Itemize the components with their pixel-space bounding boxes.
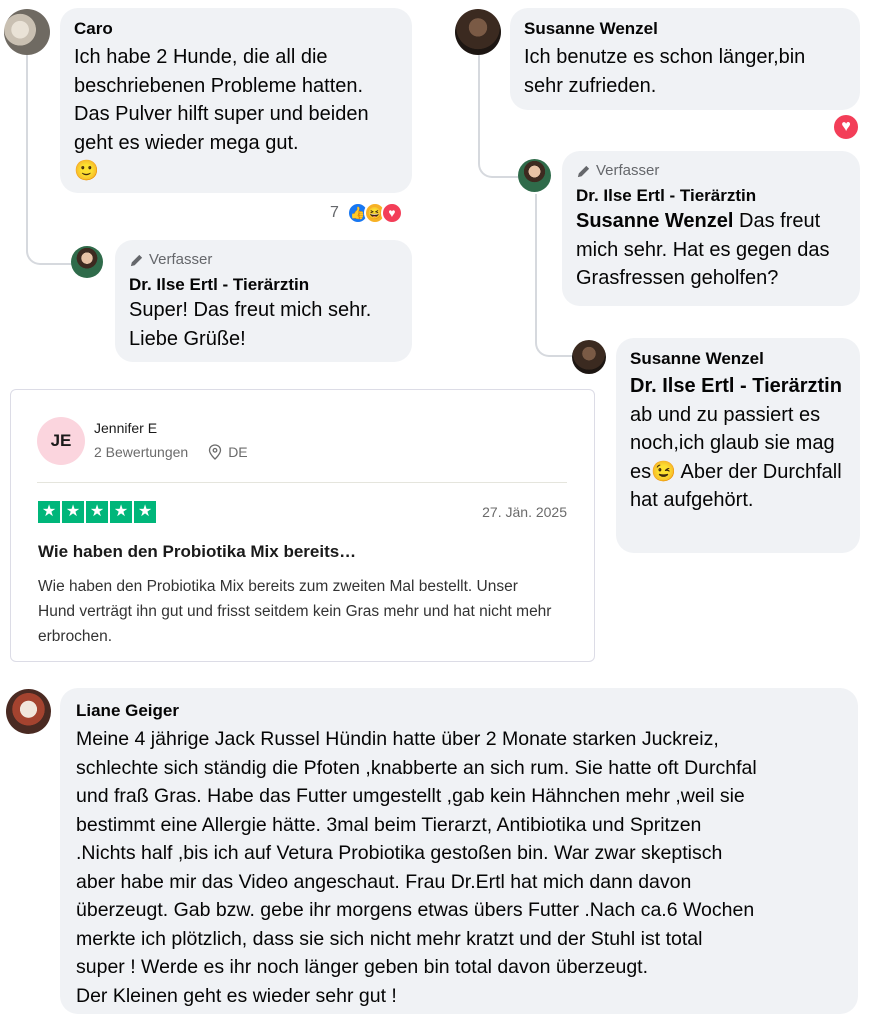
comment-text: Dr. Ilse Ertl - Tierärztin ab und zu pas… [630, 375, 842, 511]
comment-text: Susanne Wenzel Das freut mich sehr. Hat … [576, 210, 830, 289]
reviewer-meta: 2 Bewertungen DE [94, 444, 248, 460]
commenter-name[interactable]: Susanne Wenzel [524, 18, 846, 40]
avatar[interactable] [572, 340, 606, 374]
avatar[interactable] [6, 689, 51, 734]
review-date: 27. Jän. 2025 [482, 504, 567, 520]
comment-bubble-liane: Liane Geiger Meine 4 jährige Jack Russel… [60, 688, 858, 1014]
commenter-name[interactable]: Susanne Wenzel [630, 348, 846, 370]
star-icon: ★ [134, 501, 156, 523]
review-body: Wie haben den Probiotika Mix bereits zum… [38, 578, 552, 645]
comment-text: Super! Das freut mich sehr. Liebe Grüße! [129, 299, 372, 350]
avatar[interactable] [71, 246, 103, 278]
star-icon: ★ [110, 501, 132, 523]
avatar[interactable] [4, 9, 50, 55]
star-icon: ★ [38, 501, 60, 523]
mention-link[interactable]: Susanne Wenzel [576, 210, 733, 232]
commenter-name[interactable]: Caro [74, 18, 398, 40]
reviewer-country: DE [228, 444, 248, 460]
author-badge: Verfasser [129, 250, 398, 270]
reaction-summary[interactable]: 7 👍 😆 ♥ [330, 202, 403, 224]
review-title[interactable]: Wie haben den Probiotika Mix bereits… [38, 542, 356, 562]
author-badge: Verfasser [576, 161, 846, 181]
comment-text: Ich benutze es schon länger,bin sehr zuf… [524, 46, 806, 97]
smile-emoji: 🙂 [74, 160, 99, 182]
comment-bubble-susanne-reply: Susanne Wenzel Dr. Ilse Ertl - Tierärzti… [616, 338, 860, 553]
location-pin-icon [209, 444, 222, 460]
avatar[interactable] [455, 9, 501, 55]
pencil-icon [577, 165, 590, 177]
reviewer-name[interactable]: Jennifer E [94, 420, 157, 436]
comment-bubble-susanne: Susanne Wenzel Ich benutze es schon läng… [510, 8, 860, 110]
star-icon: ★ [62, 501, 84, 523]
comment-bubble-ilse-reply: Verfasser Dr. Ilse Ertl - Tierärztin Sup… [115, 240, 412, 362]
star-rating: ★ ★ ★ ★ ★ [38, 501, 156, 523]
pencil-icon [130, 254, 143, 266]
review-count: 2 Bewertungen [94, 444, 189, 460]
comment-bubble-caro: Caro Ich habe 2 Hunde, die all die besch… [60, 8, 412, 193]
avatar[interactable] [518, 159, 551, 192]
commenter-name[interactable]: Dr. Ilse Ertl - Tierärztin [576, 185, 846, 207]
comment-text: Meine 4 jährige Jack Russel Hündin hatte… [76, 728, 757, 1007]
divider [37, 482, 567, 483]
commenter-name[interactable]: Liane Geiger [76, 700, 842, 722]
wink-emoji: 😉 [651, 460, 677, 483]
reaction-count: 7 [330, 204, 339, 221]
star-icon: ★ [86, 501, 108, 523]
heart-icon[interactable]: ♥ [832, 113, 860, 141]
comment-text: Ich habe 2 Hunde, die all die beschriebe… [74, 46, 369, 182]
comment-bubble-ilse-reply-2: Verfasser Dr. Ilse Ertl - Tierärztin Sus… [562, 151, 860, 306]
reviewer-avatar[interactable]: JE [37, 417, 85, 465]
commenter-name[interactable]: Dr. Ilse Ertl - Tierärztin [129, 274, 398, 296]
heart-icon: ♥ [380, 202, 403, 224]
mention-link[interactable]: Dr. Ilse Ertl - Tierärztin [630, 375, 842, 397]
review-card: JE Jennifer E 2 Bewertungen DE ★ ★ ★ ★ ★… [10, 389, 595, 662]
